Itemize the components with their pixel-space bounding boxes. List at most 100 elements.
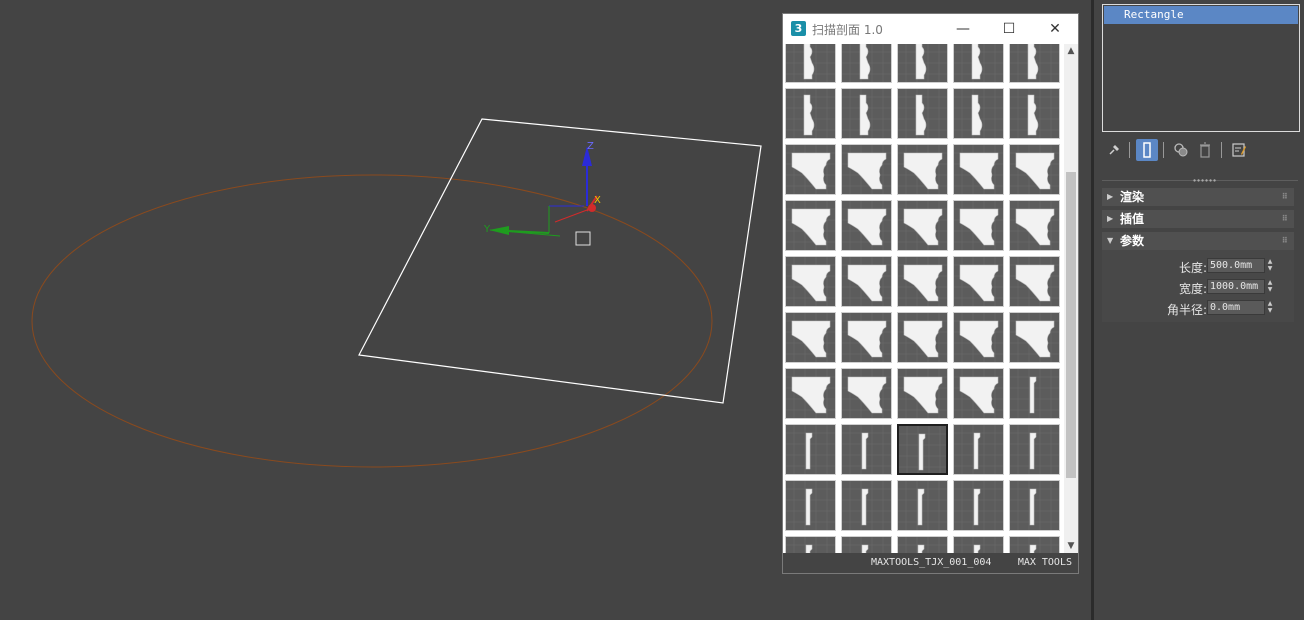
- transform-gizmo[interactable]: [489, 146, 598, 246]
- make-unique-icon[interactable]: [1170, 139, 1192, 161]
- configure-sets-icon[interactable]: [1228, 139, 1250, 161]
- profile-thumbnail[interactable]: [841, 44, 892, 83]
- profile-thumbnail[interactable]: [953, 144, 1004, 195]
- profile-thumbnail[interactable]: [953, 312, 1004, 363]
- profile-thumbnail[interactable]: [785, 368, 836, 419]
- param-row-corner-radius: 角半径: 0.0mm ▲ ▼: [1102, 299, 1294, 317]
- maximize-button[interactable]: ☐: [986, 14, 1032, 44]
- profile-thumbnail[interactable]: [1009, 368, 1060, 419]
- profile-preview-icon: [786, 257, 835, 306]
- profile-thumbnail[interactable]: [897, 200, 948, 251]
- rollout-label: 参数: [1120, 234, 1145, 248]
- corner-radius-spinner[interactable]: ▲ ▼: [1266, 300, 1274, 315]
- scroll-down-icon[interactable]: ▼: [1064, 539, 1078, 553]
- profile-thumbnail[interactable]: [1009, 480, 1060, 531]
- profile-thumbnail[interactable]: [841, 312, 892, 363]
- length-field[interactable]: 500.0mm: [1207, 258, 1265, 273]
- minimize-button[interactable]: —: [940, 14, 986, 44]
- pin-icon[interactable]: [1102, 139, 1124, 161]
- status-bar: MAXTOOLS_TJX_001_004 MAX TOOLS: [783, 553, 1078, 573]
- profile-thumbnail[interactable]: [897, 368, 948, 419]
- profile-thumbnail[interactable]: [953, 44, 1004, 83]
- profile-thumbnail[interactable]: [1009, 144, 1060, 195]
- width-field[interactable]: 1000.0mm: [1207, 279, 1265, 294]
- profile-thumbnail[interactable]: [897, 144, 948, 195]
- profile-thumbnail[interactable]: [896, 423, 949, 476]
- corner-radius-field[interactable]: 0.0mm: [1207, 300, 1265, 315]
- stack-item-rectangle[interactable]: Rectangle: [1104, 6, 1298, 24]
- width-spinner[interactable]: ▲ ▼: [1266, 279, 1274, 294]
- profile-preview-icon: [786, 537, 835, 553]
- profile-thumbnail[interactable]: [841, 424, 892, 475]
- modifier-stack-list[interactable]: Rectangle: [1102, 4, 1300, 132]
- profile-thumbnail[interactable]: [785, 44, 836, 83]
- profile-preview-icon: [954, 145, 1003, 194]
- window-title-bar[interactable]: 3 扫描剖面 1.0 — ☐ ✕: [783, 14, 1078, 44]
- rollout-interpolation[interactable]: ▶ 插值 ⠿: [1102, 210, 1294, 228]
- profile-thumbnail[interactable]: [841, 368, 892, 419]
- profile-thumbnail[interactable]: [953, 424, 1004, 475]
- scroll-up-icon[interactable]: ▲: [1064, 44, 1078, 58]
- grip-icon: ⠿: [1281, 214, 1288, 223]
- profile-thumbnail[interactable]: [841, 536, 892, 553]
- profile-thumbnail[interactable]: [841, 144, 892, 195]
- profile-preview-icon: [1010, 201, 1059, 250]
- profile-thumbnail[interactable]: [1009, 256, 1060, 307]
- profile-thumbnail[interactable]: [897, 88, 948, 139]
- profile-thumbnail[interactable]: [897, 44, 948, 83]
- profile-thumbnail[interactable]: [785, 480, 836, 531]
- ellipse-shape[interactable]: [31, 174, 713, 468]
- profile-thumbnail[interactable]: [953, 256, 1004, 307]
- profile-thumbnail[interactable]: [785, 88, 836, 139]
- profile-preview-icon: [898, 89, 947, 138]
- status-filename: MAXTOOLS_TJX_001_004: [871, 557, 992, 568]
- profile-thumbnail[interactable]: [841, 200, 892, 251]
- app-icon: 3: [791, 21, 806, 36]
- corner-radius-label: 角半径:: [1166, 303, 1207, 317]
- thumbnail-grid-area: [785, 44, 1063, 553]
- profile-library-window[interactable]: 3 扫描剖面 1.0 — ☐ ✕ ▲ ▼ MAXTOOLS_TJX_001_00…: [782, 13, 1079, 574]
- profile-thumbnail[interactable]: [1009, 88, 1060, 139]
- panel-resize-grip[interactable]: ∙∙∙∙∙∙: [1102, 176, 1298, 185]
- profile-thumbnail[interactable]: [841, 256, 892, 307]
- profile-thumbnail[interactable]: [1009, 200, 1060, 251]
- profile-preview-icon: [954, 369, 1003, 418]
- profile-preview-icon: [842, 257, 891, 306]
- profile-thumbnail[interactable]: [897, 480, 948, 531]
- profile-thumbnail[interactable]: [841, 480, 892, 531]
- rectangle-shape[interactable]: [358, 118, 762, 404]
- scrollbar-thumb[interactable]: [1066, 172, 1076, 478]
- thumbnail-grid: [785, 44, 1063, 553]
- profile-thumbnail[interactable]: [1009, 312, 1060, 363]
- profile-thumbnail[interactable]: [953, 88, 1004, 139]
- profile-thumbnail[interactable]: [897, 312, 948, 363]
- profile-thumbnail[interactable]: [1009, 424, 1060, 475]
- vertical-scrollbar[interactable]: ▲ ▼: [1064, 44, 1078, 553]
- length-spinner[interactable]: ▲ ▼: [1266, 258, 1274, 273]
- profile-thumbnail[interactable]: [1009, 44, 1060, 83]
- close-button[interactable]: ✕: [1032, 14, 1078, 44]
- profile-thumbnail[interactable]: [785, 256, 836, 307]
- profile-thumbnail[interactable]: [953, 536, 1004, 553]
- remove-modifier-icon[interactable]: [1194, 139, 1216, 161]
- profile-thumbnail[interactable]: [841, 88, 892, 139]
- rollout-rendering[interactable]: ▶ 渲染 ⠿: [1102, 188, 1294, 206]
- profile-thumbnail[interactable]: [785, 536, 836, 553]
- profile-preview-icon: [898, 44, 947, 82]
- profile-thumbnail[interactable]: [897, 256, 948, 307]
- profile-thumbnail[interactable]: [897, 536, 948, 553]
- profile-thumbnail[interactable]: [1009, 536, 1060, 553]
- profile-thumbnail[interactable]: [953, 480, 1004, 531]
- show-end-result-icon[interactable]: [1136, 139, 1158, 161]
- profile-preview-icon: [1010, 537, 1059, 553]
- profile-thumbnail[interactable]: [953, 200, 1004, 251]
- profile-thumbnail[interactable]: [785, 144, 836, 195]
- profile-preview-icon: [842, 425, 891, 474]
- profile-thumbnail[interactable]: [785, 200, 836, 251]
- profile-thumbnail[interactable]: [785, 312, 836, 363]
- profile-thumbnail[interactable]: [785, 424, 836, 475]
- profile-preview-icon: [842, 313, 891, 362]
- rollout-parameters[interactable]: ▼ 参数 ⠿: [1102, 232, 1294, 250]
- profile-thumbnail[interactable]: [953, 368, 1004, 419]
- profile-preview-icon: [842, 369, 891, 418]
